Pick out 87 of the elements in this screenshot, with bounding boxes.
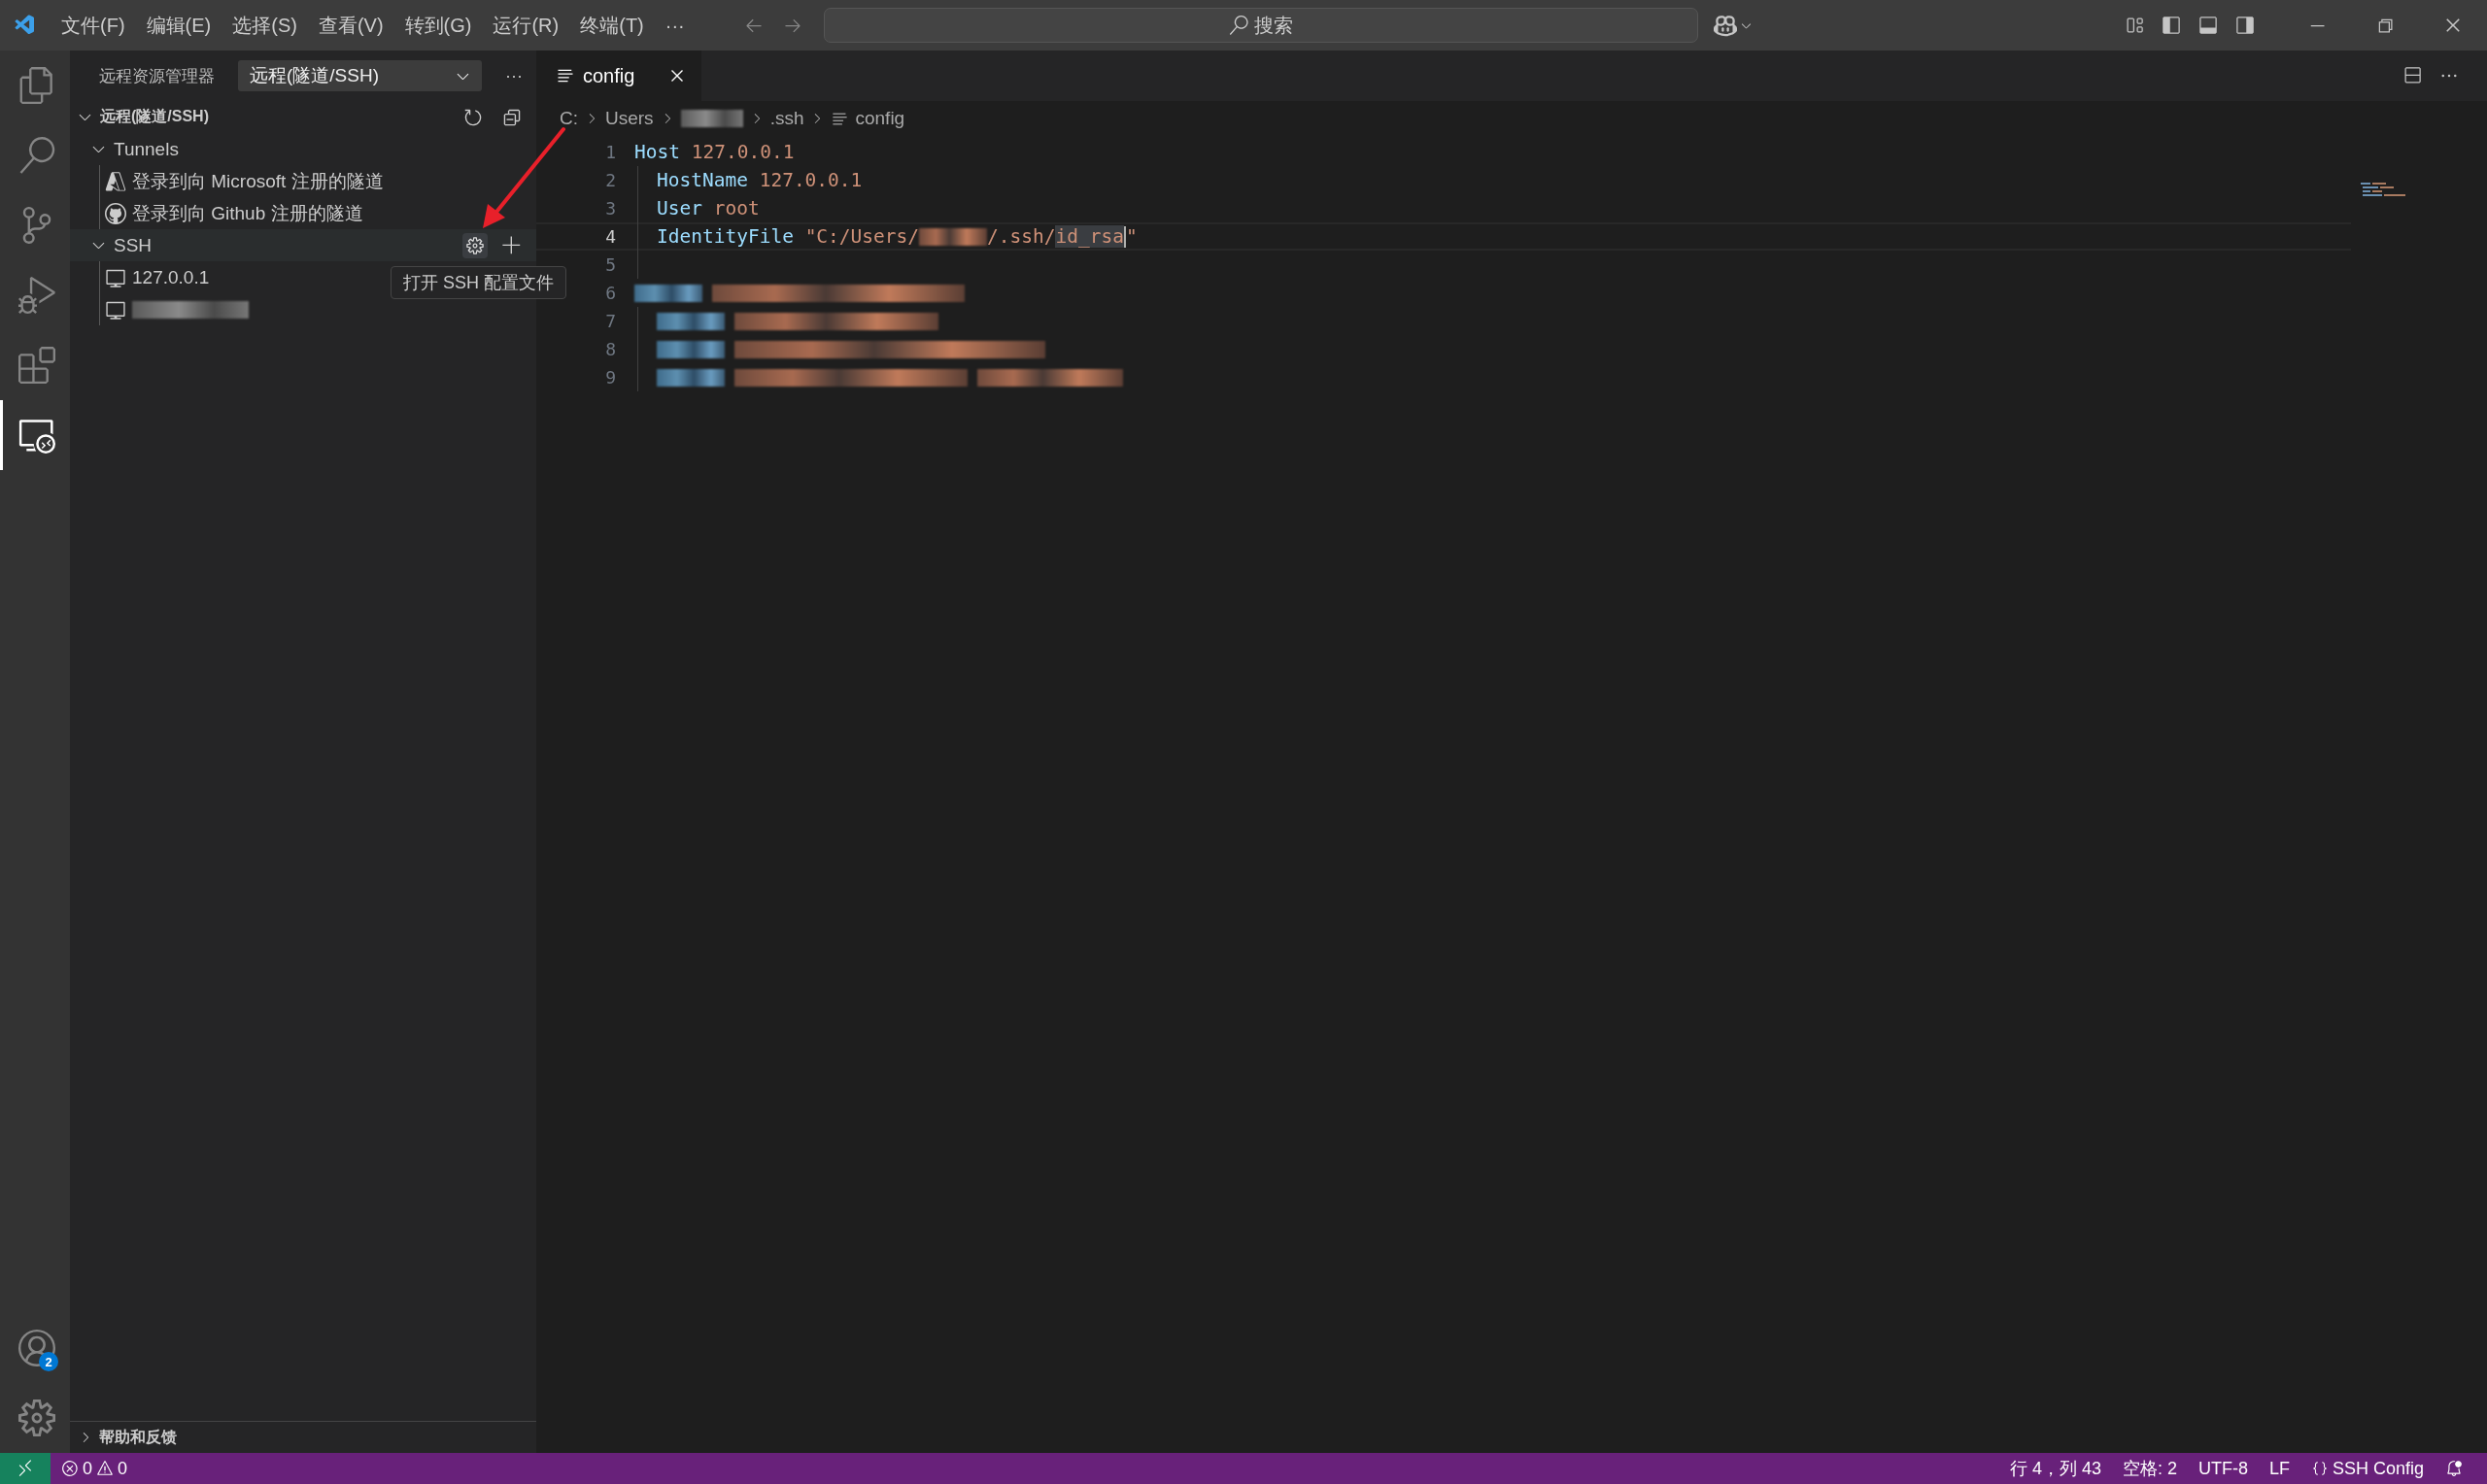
menu-item[interactable]: 终端(T) [569, 12, 655, 39]
menu-item[interactable]: 编辑(E) [135, 12, 222, 39]
split-editor-icon[interactable] [2402, 66, 2422, 85]
more-actions-button[interactable]: ··· [505, 65, 523, 86]
files-icon [17, 67, 55, 104]
code-keyword: User [657, 197, 702, 219]
pixelated-text [634, 284, 702, 302]
code-string: " [1125, 225, 1138, 248]
code-keyword: IdentityFile [657, 225, 794, 248]
search-icon [1228, 16, 1248, 35]
breadcrumb-item[interactable]: .ssh [769, 108, 804, 129]
breadcrumb-item[interactable]: C: [560, 108, 578, 129]
tree-item[interactable]: 登录到向 Microsoft 注册的隧道 [70, 165, 536, 197]
pixelated-text [657, 368, 725, 387]
line-number: 8 [604, 339, 616, 359]
section-title: 帮助和反馈 [99, 1427, 177, 1447]
pixelated-text [680, 110, 743, 127]
warning-count: 0 [118, 1458, 128, 1479]
line-number: 1 [604, 142, 616, 162]
tree-label: Tunnels [114, 138, 179, 160]
code-string: /.ssh/ [987, 225, 1056, 248]
error-icon [61, 1460, 79, 1477]
search-field[interactable]: 搜索 [823, 8, 1698, 43]
menu-item[interactable]: 运行(R) [482, 12, 570, 39]
menu-item[interactable]: 查看(V) [307, 12, 394, 39]
breadcrumb-item[interactable]: Users [605, 108, 654, 129]
code-keyword: Host [634, 141, 680, 163]
pixelated-text [657, 340, 725, 358]
line-ending-status[interactable]: LF [2258, 1458, 2300, 1479]
section-title[interactable]: 远程(隧道/SSH) [100, 107, 209, 127]
github-logo-icon [105, 202, 126, 224]
close-icon[interactable] [2443, 16, 2463, 35]
code-string: "C:/Users/ [803, 225, 920, 248]
pixelated-text [657, 312, 725, 330]
add-icon[interactable] [501, 234, 523, 256]
code-string: 127.0.0.1 [690, 141, 795, 163]
code-string: root [712, 197, 760, 219]
debug-icon [17, 277, 55, 314]
remote-indicator[interactable] [0, 1453, 51, 1484]
tree-label: 127.0.0.1 [132, 266, 210, 288]
braces-icon [2310, 1460, 2329, 1477]
search-icon [17, 137, 55, 174]
sidebar-toggle-icon[interactable] [2162, 16, 2181, 35]
language-mode[interactable]: SSH Config [2300, 1458, 2435, 1479]
bell-icon[interactable] [2445, 1460, 2463, 1477]
secondary-sidebar-icon[interactable] [2235, 16, 2255, 35]
line-number: 3 [604, 198, 616, 219]
error-count: 0 [83, 1458, 92, 1479]
tree-group-row[interactable]: SSH [70, 229, 536, 261]
line-number: 2 [604, 170, 616, 190]
sidebar-title: 远程资源管理器 [99, 65, 215, 87]
remote-monitor-icon [17, 417, 55, 454]
tree-label: 登录到向 Microsoft 注册的隧道 [132, 169, 384, 193]
tree-item[interactable]: 登录到向 Github 注册的隧道 [70, 197, 536, 229]
pixelated-text [919, 227, 988, 246]
app-logo-icon [14, 14, 37, 37]
problems-status[interactable]: 0 0 [51, 1458, 139, 1479]
code-keyword: HostName [657, 169, 748, 191]
selected-text: id_rsa [1055, 225, 1124, 248]
extensions-icon [17, 347, 55, 384]
tree-label: SSH [114, 234, 153, 256]
settings-icon[interactable] [17, 1400, 55, 1436]
line-number: 9 [604, 367, 616, 388]
indentation-status[interactable]: 空格: 2 [2111, 1457, 2188, 1480]
settings-button[interactable] [462, 232, 488, 258]
copilot-icon[interactable] [1713, 14, 1737, 37]
menu-item[interactable]: 转到(G) [393, 12, 483, 39]
layout-icon[interactable] [2125, 16, 2144, 35]
tree-label: 登录到向 Github 注册的隧道 [132, 201, 363, 225]
notification-badge: 2 [39, 1352, 58, 1371]
more-menu-button[interactable]: ··· [654, 14, 696, 37]
tooltip: 打开 SSH 配置文件 [391, 266, 566, 299]
view-dropdown[interactable]: 远程(隧道/SSH) [238, 60, 482, 91]
warning-icon [96, 1460, 114, 1477]
line-number: 5 [604, 254, 616, 275]
breadcrumb-item[interactable]: config [855, 108, 905, 129]
tree-group-row[interactable]: Tunnels [70, 133, 536, 165]
panel-toggle-icon[interactable] [2198, 16, 2218, 35]
line-number: 7 [604, 311, 616, 331]
line-number: 4 [604, 226, 616, 247]
menu-item[interactable]: 文件(F) [51, 12, 136, 39]
editor-tab[interactable]: config [536, 51, 701, 101]
encoding-status[interactable]: UTF-8 [2187, 1458, 2259, 1479]
menu-item[interactable]: 选择(S) [221, 12, 308, 39]
code-string: 127.0.0.1 [758, 169, 863, 191]
azure-logo-icon [105, 170, 126, 192]
cursor-position[interactable]: 行 4，列 43 [1998, 1457, 2112, 1480]
